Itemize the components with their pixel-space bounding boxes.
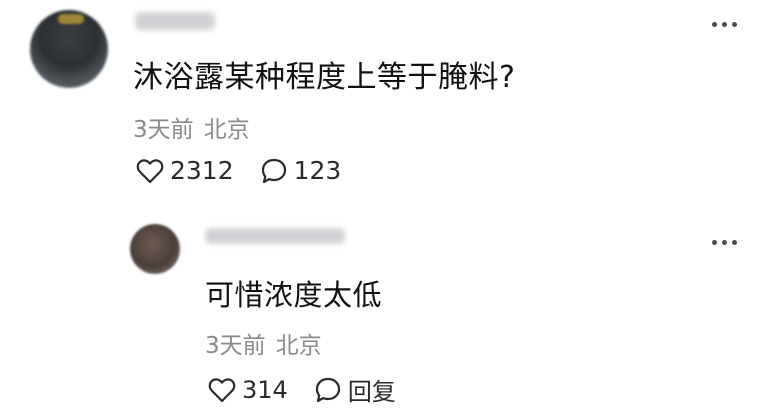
avatar[interactable] (130, 224, 180, 274)
username-blurred[interactable] (205, 228, 345, 244)
comment-actions: 2312 123 (136, 156, 367, 185)
comment-bubble-icon (315, 377, 340, 402)
like-button[interactable]: 2312 (136, 156, 234, 185)
timestamp: 3天前 (133, 117, 194, 143)
like-count: 2312 (170, 156, 234, 185)
username-blurred[interactable] (135, 12, 215, 30)
comment-meta: 3天前 北京 (133, 110, 250, 144)
reply-meta: 3天前 北京 (205, 326, 322, 360)
comment-item: 沐浴露某种程度上等于腌料? 3天前 北京 2312 123 (0, 0, 764, 200)
more-options-icon[interactable] (712, 18, 737, 30)
more-options-icon[interactable] (712, 236, 737, 248)
heart-icon (136, 158, 164, 183)
location: 北京 (203, 117, 250, 143)
timestamp: 3天前 (205, 333, 266, 359)
reply-count: 123 (293, 156, 342, 185)
avatar[interactable] (30, 10, 108, 88)
reply-text: 可惜浓度太低 (205, 278, 383, 312)
reply-label: 回复 (347, 378, 396, 406)
reply-actions: 314 回复 (208, 372, 422, 407)
reply-button[interactable]: 回复 (314, 372, 396, 407)
comment-bubble-icon (261, 158, 286, 183)
comment-text: 沐浴露某种程度上等于腌料? (133, 60, 516, 95)
heart-icon (208, 377, 236, 402)
location: 北京 (275, 333, 322, 359)
like-button[interactable]: 314 (208, 376, 288, 404)
reply-item: 可惜浓度太低 3天前 北京 314 回复 (0, 210, 764, 410)
reply-button[interactable]: 123 (260, 156, 342, 185)
like-count: 314 (242, 375, 288, 404)
